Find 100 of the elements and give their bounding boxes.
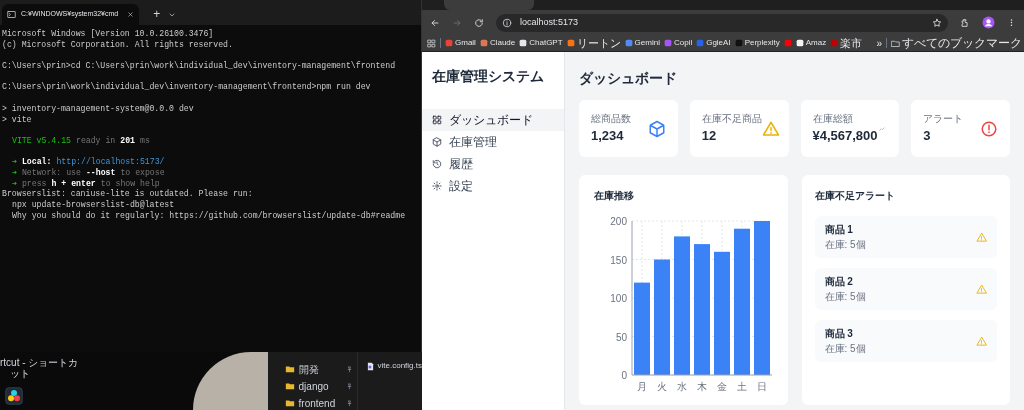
bookmark-item[interactable]: Gemini: [624, 37, 660, 49]
cube-icon: [647, 119, 666, 138]
history-icon: [432, 159, 442, 169]
stock-count: 在庫: 5個: [824, 290, 866, 304]
terminal-line: Microsoft Windows [Version 10.0.26100.3476]: [2, 29, 215, 40]
app-shortcut-icon[interactable]: [5, 387, 23, 405]
warning-icon: [761, 119, 780, 138]
star-icon[interactable]: [932, 17, 942, 28]
y-tick-label: 200: [610, 216, 627, 227]
stat-value: 3: [923, 127, 932, 146]
terminal-text: Network: use: [21, 168, 81, 179]
folder-icon: [284, 364, 295, 374]
warning-icon: [976, 231, 987, 243]
x-tick-label: 日: [757, 381, 767, 392]
terminal-text: --host: [85, 168, 116, 179]
file-label[interactable]: vite.config.ts: [377, 360, 422, 372]
bookmark-item[interactable]: Perplexity: [734, 37, 780, 49]
terminal-text: ms: [140, 135, 150, 147]
avatar-icon[interactable]: [982, 16, 995, 29]
pin-icon: [345, 382, 353, 390]
x-tick-label: 火: [657, 381, 667, 392]
y-tick-label: 150: [610, 254, 627, 266]
terminal-text: ➜: [11, 156, 17, 169]
bookmark-item[interactable]: Claude: [479, 37, 516, 49]
info-icon[interactable]: [502, 17, 512, 28]
bookmark-item[interactable]: リートン: [566, 34, 621, 52]
terminal-text: h + enter: [51, 178, 96, 189]
stock-count: 在庫: 5個: [824, 342, 866, 356]
bookmark-item[interactable]: Amaz: [795, 37, 827, 49]
stat-label: 在庫不足商品: [701, 112, 762, 127]
stat-value: 1,234: [591, 127, 625, 146]
terminal-text: Local:: [21, 157, 52, 168]
terminal-line: npx update-browserslist-db@latest: [11, 200, 176, 211]
terminal-line: C:\Users\prin\work\individual_dev\inventory-management\frontend>npm run dev: [2, 81, 372, 94]
puzzle-icon[interactable]: [960, 17, 970, 28]
bookmark-item[interactable]: Copil: [663, 37, 693, 49]
terminal-line: > inventory-management-system@0.0.0 dev: [2, 102, 195, 115]
bookmark-item[interactable]: GgleAI: [696, 37, 731, 49]
alert-item[interactable]: 商品 2 在庫: 5個: [814, 268, 997, 310]
terminal-line: (c) Microsoft Corporation. All rights reserved.: [2, 39, 234, 51]
apps-grid-icon[interactable]: [427, 38, 436, 48]
new-tab-button[interactable]: +: [153, 8, 161, 20]
alert-icon: [980, 119, 998, 138]
folder-label[interactable]: django: [298, 378, 329, 394]
nav-item[interactable]: ダッシュボード: [422, 109, 564, 131]
terminal-text: press: [21, 178, 47, 189]
pin-icon: [345, 365, 353, 373]
cube-icon: [432, 137, 442, 147]
terminal-line: > vite: [2, 114, 33, 126]
bookmark-icon[interactable]: [783, 39, 792, 47]
terminal-text: ➜: [11, 168, 17, 179]
folder-icon: [284, 398, 295, 408]
shortcut-label: rtcut - ショートカ: [0, 357, 80, 368]
folder-icon: [284, 381, 295, 391]
terminal-text: ➜: [11, 178, 17, 189]
stat-label: 総商品数: [591, 112, 631, 127]
grid-icon: [432, 115, 442, 125]
pin-icon: [345, 399, 353, 407]
warning-icon: [976, 335, 987, 347]
y-tick-label: 50: [615, 331, 627, 343]
alert-item[interactable]: 商品 3 在庫: 5個: [814, 320, 997, 362]
alert-item[interactable]: 商品 1 在庫: 5個: [814, 216, 997, 258]
bookmark-item[interactable]: ChatGPT: [519, 37, 563, 49]
x-tick-label: 水: [677, 381, 687, 392]
stat-label: 在庫総額: [812, 112, 854, 127]
close-icon[interactable]: [127, 11, 135, 18]
x-tick-label: 土: [737, 381, 747, 392]
alerts-title: 在庫不足アラート: [814, 189, 896, 203]
folder-label[interactable]: 開発: [298, 361, 319, 377]
y-tick-label: 100: [610, 293, 627, 304]
product-name: 商品 3: [824, 327, 854, 341]
terminal-text: VITE v5.4.15: [11, 134, 71, 147]
more-bookmarks-button[interactable]: »: [876, 35, 882, 51]
shortcut-label: ット: [9, 368, 31, 379]
x-tick-label: 金: [717, 381, 727, 392]
product-name: 商品 2: [824, 275, 854, 289]
reload-icon[interactable]: [474, 17, 484, 28]
x-tick-label: 月: [637, 381, 647, 392]
terminal-line: Why you should do it regularly: https://github.com/browserslist/update-db#readme: [11, 210, 407, 222]
stat-label: アラート: [923, 112, 964, 127]
bookmark-item[interactable]: 楽市: [830, 34, 863, 52]
back-icon[interactable]: [430, 17, 440, 28]
address-bar[interactable]: localhost:5173: [496, 13, 948, 32]
folder-label[interactable]: frontend: [298, 395, 336, 410]
x-tick-label: 木: [697, 381, 707, 392]
app-title: 在庫管理システム: [431, 67, 545, 86]
file-icon: [365, 361, 375, 371]
y-tick-label: 0: [621, 370, 627, 381]
product-name: 商品 1: [824, 223, 854, 237]
chevron-down-icon[interactable]: [168, 11, 177, 19]
folder-icon: [891, 38, 900, 48]
trend-icon: [878, 126, 885, 132]
all-bookmarks-button[interactable]: すべてのブックマーク: [891, 34, 1022, 52]
bookmark-item[interactable]: Gmail: [445, 37, 476, 49]
terminal-text: to expose: [120, 168, 165, 179]
terminal-text: http://localhost:5173/: [56, 157, 165, 168]
address-text: localhost:5173: [520, 15, 579, 29]
terminal-line: C:\Users\prin>cd C:\Users\prin\work\individual_dev\inventory-management\frontend: [2, 60, 397, 72]
terminal-text: ready in: [75, 135, 116, 147]
stat-value: 12: [701, 127, 718, 146]
